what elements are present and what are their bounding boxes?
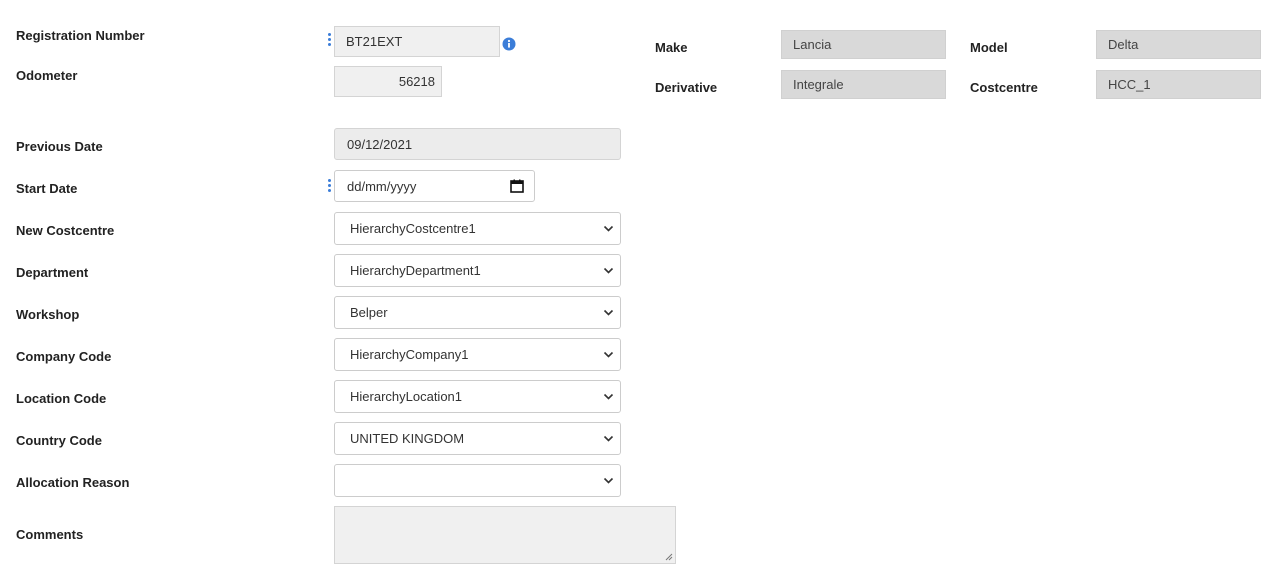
costcentre-field: HCC_1 [1096, 70, 1261, 99]
department-select[interactable]: HierarchyDepartment1 [334, 254, 621, 287]
start-date-label: Start Date [16, 181, 78, 196]
previous-date-field: 09/12/2021 [334, 128, 621, 160]
country-code-value: UNITED KINGDOM [350, 431, 465, 446]
odometer-input[interactable]: 56218 [334, 66, 442, 97]
department-label: Department [16, 265, 89, 280]
make-field: Lancia [781, 30, 946, 59]
company-code-select[interactable]: HierarchyCompany1 [334, 338, 621, 371]
registration-number-input[interactable]: BT21EXT [334, 26, 500, 57]
country-code-select[interactable]: UNITED KINGDOM [334, 422, 621, 455]
odometer-label: Odometer [16, 68, 78, 83]
allocation-reason-select[interactable] [334, 464, 621, 497]
new-costcentre-value: HierarchyCostcentre1 [350, 221, 476, 236]
vertical-dots-icon[interactable] [328, 179, 332, 193]
resize-handle-icon[interactable] [665, 553, 673, 561]
chevron-down-icon [603, 309, 614, 316]
country-code-label: Country Code [16, 433, 102, 448]
company-code-label: Company Code [16, 349, 112, 364]
chevron-down-icon [603, 393, 614, 400]
new-costcentre-label: New Costcentre [16, 223, 115, 238]
derivative-label: Derivative [655, 80, 718, 95]
model-field: Delta [1096, 30, 1261, 59]
allocation-reason-label: Allocation Reason [16, 475, 130, 490]
costcentre-label: Costcentre [970, 80, 1038, 95]
comments-label: Comments [16, 527, 84, 542]
new-costcentre-select[interactable]: HierarchyCostcentre1 [334, 212, 621, 245]
previous-date-label: Previous Date [16, 139, 103, 154]
chevron-down-icon [603, 225, 614, 232]
company-code-value: HierarchyCompany1 [350, 347, 469, 362]
info-icon[interactable] [502, 37, 516, 51]
vertical-dots-icon[interactable] [328, 33, 332, 47]
location-code-value: HierarchyLocation1 [350, 389, 463, 404]
location-code-select[interactable]: HierarchyLocation1 [334, 380, 621, 413]
start-date-placeholder: dd/mm/yyyy [347, 178, 417, 194]
chevron-down-icon [603, 267, 614, 274]
calendar-icon[interactable] [510, 179, 524, 193]
workshop-select[interactable]: Belper [334, 296, 621, 329]
chevron-down-icon [603, 351, 614, 358]
chevron-down-icon [603, 477, 614, 484]
workshop-value: Belper [350, 305, 388, 320]
workshop-label: Workshop [16, 307, 80, 322]
comments-textarea[interactable] [334, 506, 676, 564]
location-code-label: Location Code [16, 391, 107, 406]
derivative-field: Integrale [781, 70, 946, 99]
make-label: Make [655, 40, 688, 55]
model-label: Model [970, 40, 1008, 55]
department-value: HierarchyDepartment1 [350, 263, 481, 278]
chevron-down-icon [603, 435, 614, 442]
registration-number-label: Registration Number [16, 28, 145, 43]
start-date-input[interactable]: dd/mm/yyyy [334, 170, 535, 202]
